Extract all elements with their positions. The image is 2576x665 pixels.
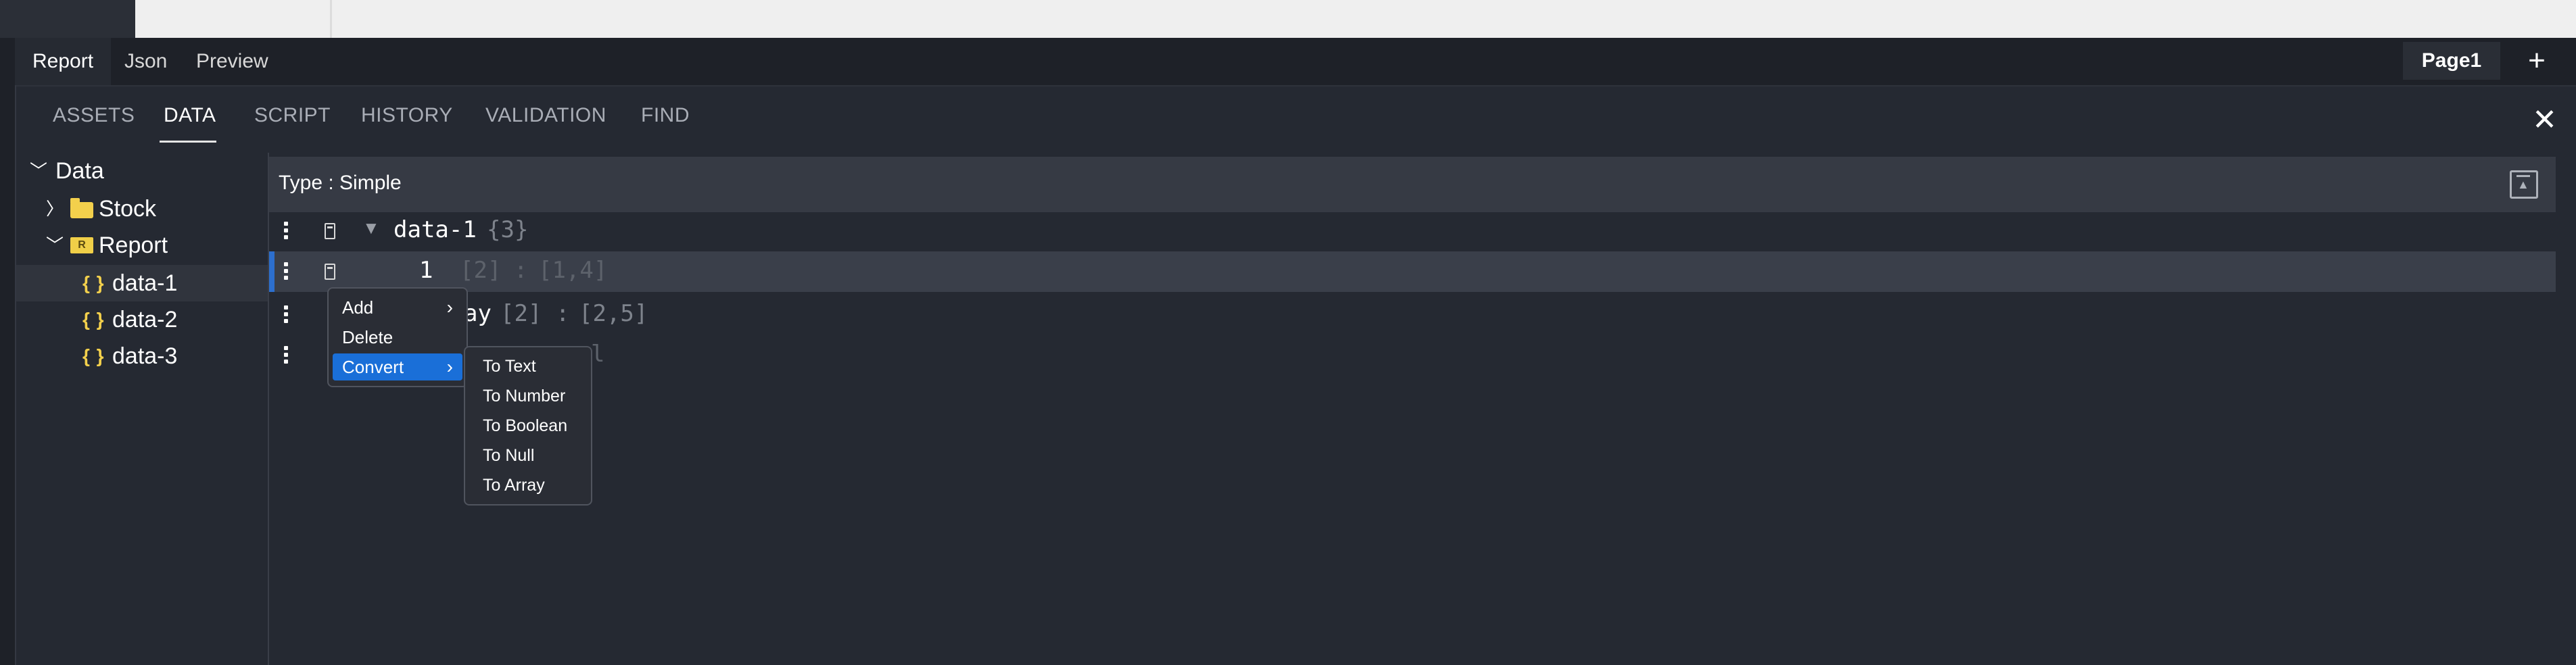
tree-item-label: Stock (99, 196, 157, 222)
tree-item-data-1[interactable]: { } data-1 (16, 265, 268, 301)
tree-root-data[interactable]: ﹀ Data (16, 153, 268, 189)
tab-script[interactable]: SCRIPT (254, 104, 331, 127)
braces-icon: { } (82, 309, 105, 330)
chevron-right-icon: › (446, 297, 453, 318)
node-menu-icon[interactable] (325, 264, 335, 280)
top-toolbar-strip (0, 0, 2576, 38)
row-value: l (591, 341, 605, 368)
submenu-item-label: To Array (483, 476, 545, 495)
data-type-header: Type : Simple (269, 157, 2556, 212)
row-separator: : (514, 257, 528, 284)
submenu-item-label: To Text (483, 357, 536, 376)
menu-item-label: Add (342, 297, 374, 318)
tab-validation[interactable]: VALIDATION (485, 104, 606, 127)
chevron-down-icon[interactable]: ﹀ (30, 153, 47, 189)
tab-find[interactable]: FIND (641, 104, 690, 127)
tree-item-stock[interactable]: 〉 Stock (16, 191, 268, 227)
drag-handle-icon[interactable] (284, 222, 289, 242)
top-left-block (0, 0, 135, 38)
json-row[interactable]: l (269, 335, 2556, 376)
menu-item-label: Convert (342, 357, 404, 377)
braces-icon: { } (82, 272, 105, 293)
mode-tab-bar: Report Json Preview Page1 + (0, 38, 2576, 87)
data-tree: ﹀ Data 〉 Stock ﹀ R Report { } data-1 { }… (16, 153, 269, 665)
row-meta: [2] (460, 257, 502, 284)
submenu-item-label: To Boolean (483, 416, 568, 435)
tab-assets[interactable]: ASSETS (53, 104, 135, 127)
tree-item-label: data-1 (112, 270, 178, 296)
node-menu-icon[interactable] (325, 223, 335, 239)
drag-handle-icon[interactable] (284, 346, 289, 366)
braces-icon: { } (82, 345, 105, 366)
row-key: data-1 (393, 216, 477, 243)
submenu-item-to-array[interactable]: To Array (469, 472, 587, 499)
tree-item-label: data-2 (112, 307, 178, 332)
submenu-item-label: To Null (483, 446, 535, 465)
convert-submenu: To Text To Number To Boolean To Null To … (464, 346, 592, 506)
tree-item-label: data-3 (112, 343, 178, 369)
tree-root-label: Data (55, 158, 104, 184)
page-tab[interactable]: Page1 (2403, 42, 2500, 80)
row-meta: [2] (500, 300, 542, 327)
tree-item-data-2[interactable]: { } data-2 (16, 301, 268, 338)
export-icon[interactable] (2510, 170, 2538, 199)
row-value: [1,4] (538, 257, 608, 284)
report-icon: R (70, 237, 93, 253)
row-key: ay (464, 300, 492, 327)
context-menu: Add › Delete Convert › (327, 287, 468, 387)
close-icon[interactable]: ✕ (2532, 105, 2557, 135)
tab-history[interactable]: HISTORY (361, 104, 453, 127)
row-key: 1 (419, 257, 433, 284)
tree-item-report[interactable]: ﹀ R Report (16, 227, 268, 264)
row-meta: {3} (487, 216, 529, 243)
tree-item-label: Report (99, 232, 168, 258)
json-row-selected[interactable]: 1 [2] : [1,4] (269, 251, 2556, 292)
submenu-item-to-text[interactable]: To Text (469, 353, 587, 380)
tab-data[interactable]: DATA (164, 104, 216, 127)
toolbar-divider (330, 0, 332, 38)
menu-item-add[interactable]: Add › (333, 294, 462, 321)
type-label: Type : Simple (279, 172, 402, 194)
submenu-item-to-null[interactable]: To Null (469, 442, 587, 469)
json-row[interactable]: ▼ data-1 {3} (269, 211, 2556, 251)
chevron-right-icon: › (446, 356, 453, 377)
menu-item-label: Delete (342, 327, 393, 347)
plus-icon[interactable]: + (2518, 42, 2556, 80)
submenu-item-to-number[interactable]: To Number (469, 383, 587, 410)
menu-item-convert[interactable]: Convert › (333, 353, 462, 380)
submenu-item-to-boolean[interactable]: To Boolean (469, 412, 587, 439)
row-separator: : (556, 300, 570, 327)
submenu-item-label: To Number (483, 387, 566, 405)
collapse-triangle-icon[interactable]: ▼ (362, 218, 380, 239)
json-row[interactable]: ay [2] : [2,5] (269, 295, 2556, 335)
active-tab-underline (160, 141, 216, 143)
left-edge-border (0, 85, 16, 665)
tree-item-data-3[interactable]: { } data-3 (16, 338, 268, 374)
row-value: [2,5] (579, 300, 648, 327)
chevron-right-icon[interactable]: 〉 (46, 191, 64, 227)
drag-handle-icon[interactable] (284, 262, 289, 282)
tab-json[interactable]: Json (124, 38, 167, 85)
folder-icon (70, 198, 93, 218)
tab-preview[interactable]: Preview (196, 38, 268, 85)
menu-item-delete[interactable]: Delete (333, 324, 462, 351)
drag-handle-icon[interactable] (284, 305, 289, 326)
tab-report[interactable]: Report (15, 38, 112, 85)
chevron-down-icon[interactable]: ﹀ (46, 227, 64, 264)
selection-bar (269, 251, 275, 292)
